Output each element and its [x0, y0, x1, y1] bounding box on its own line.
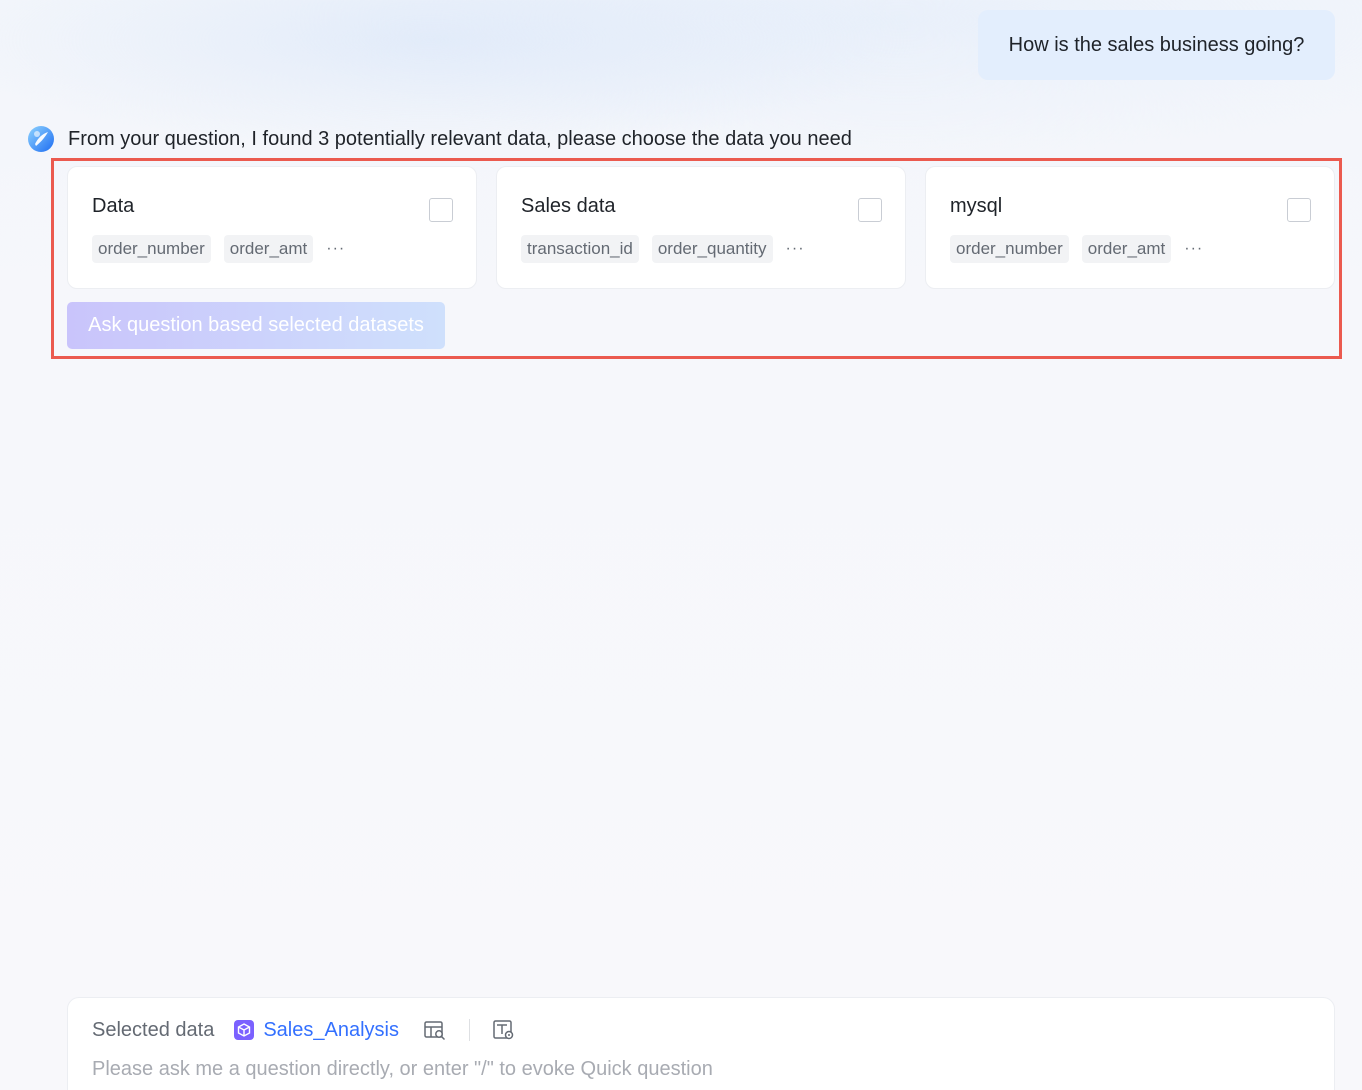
field-tag: order_amt: [1081, 235, 1172, 263]
dataset-checkbox[interactable]: [1287, 198, 1311, 222]
assistant-message: From your question, I found 3 potentiall…: [26, 124, 852, 154]
dataset-card[interactable]: Sales data transaction_id order_quantity…: [496, 166, 906, 289]
chat-input-panel: Selected data Sales_Analysis Please ask …: [67, 997, 1335, 1090]
dataset-card-list: Data order_number order_amt ··· Sales da…: [67, 166, 1335, 289]
dataset-checkbox[interactable]: [858, 198, 882, 222]
selected-data-row: Selected data Sales_Analysis: [92, 1018, 516, 1042]
dataset-cube-icon: [234, 1020, 255, 1040]
ask-selected-datasets-button[interactable]: Ask question based selected datasets: [67, 302, 445, 349]
dataset-title: Sales data: [521, 195, 616, 217]
selected-dataset-link[interactable]: Sales_Analysis: [263, 1019, 399, 1042]
dataset-checkbox[interactable]: [429, 198, 453, 222]
chat-input-field[interactable]: Please ask me a question directly, or en…: [92, 1058, 713, 1081]
bot-avatar-icon: [28, 126, 54, 152]
dataset-fields: order_number order_amt ···: [950, 235, 1334, 263]
field-tag: order_amt: [223, 235, 314, 263]
table-settings-icon[interactable]: [492, 1018, 516, 1042]
field-tag: transaction_id: [521, 235, 639, 263]
selected-data-label: Selected data: [92, 1018, 215, 1041]
field-tag: order_quantity: [651, 235, 773, 263]
assistant-message-text: From your question, I found 3 potentiall…: [68, 127, 852, 150]
dataset-card[interactable]: mysql order_number order_amt ···: [925, 166, 1335, 289]
dataset-title: mysql: [950, 195, 1003, 217]
user-message-bubble: How is the sales business going?: [978, 10, 1335, 80]
table-search-icon[interactable]: [423, 1018, 447, 1042]
dataset-fields: order_number order_amt ···: [92, 235, 476, 263]
dataset-fields: transaction_id order_quantity ···: [521, 235, 905, 263]
dataset-card[interactable]: Data order_number order_amt ···: [67, 166, 477, 289]
dataset-title: Data: [92, 195, 135, 217]
field-tag: order_number: [950, 235, 1069, 263]
user-message-text: How is the sales business going?: [1008, 33, 1305, 56]
field-tag: order_number: [92, 235, 211, 263]
toolbar-divider: [468, 1019, 470, 1041]
more-fields-icon[interactable]: ···: [786, 240, 805, 258]
more-fields-icon[interactable]: ···: [1184, 240, 1203, 258]
more-fields-icon[interactable]: ···: [326, 240, 345, 258]
